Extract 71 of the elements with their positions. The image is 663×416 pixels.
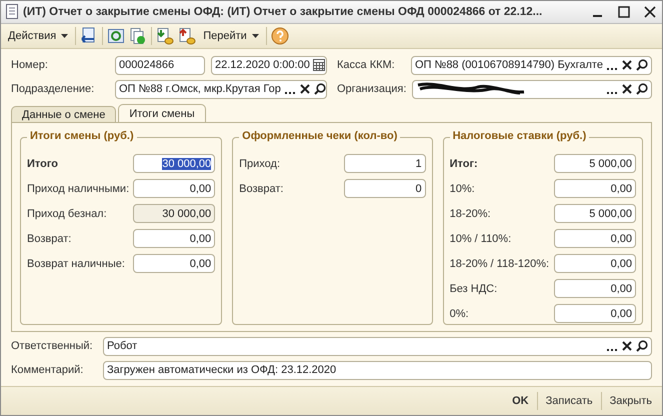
clear-icon[interactable] xyxy=(298,83,311,95)
field-label: Без НДС: xyxy=(450,282,498,294)
number-field[interactable]: 000024866 xyxy=(115,56,205,74)
amount-field[interactable]: 0,00 xyxy=(554,179,636,198)
group-title: Оформленные чеки (кол-во) xyxy=(239,130,400,142)
goto-menu[interactable]: Перейти xyxy=(200,28,262,44)
amount-field[interactable]: 0 xyxy=(344,179,426,198)
search-icon[interactable] xyxy=(636,59,648,71)
document-coins-icon[interactable] xyxy=(156,27,174,45)
field-label: Номер: xyxy=(11,59,49,71)
amount-field[interactable]: 5 000,00 xyxy=(554,154,636,173)
field-label: 18-20%: xyxy=(450,208,491,220)
amount-field[interactable]: 5 000,00 xyxy=(554,204,636,223)
field-label: 18-20% / 118-120%: xyxy=(450,258,550,270)
register-field[interactable]: ОП №88 (00106708914790) Бухгалте xyxy=(411,56,652,74)
calendar-icon[interactable] xyxy=(312,59,325,71)
field-label: Возврат: xyxy=(27,232,72,244)
amount-field[interactable]: 0,00 xyxy=(554,254,636,273)
search-icon[interactable] xyxy=(314,83,326,95)
field-label: 0%: xyxy=(450,308,469,320)
clear-icon[interactable] xyxy=(621,59,633,71)
amount-field[interactable]: 0,00 xyxy=(133,229,216,248)
copy-add-icon[interactable] xyxy=(129,27,148,45)
actions-menu[interactable]: Действия xyxy=(5,28,72,44)
comment-field[interactable]: Загружен автоматически из ОФД: 23.12.2020 xyxy=(103,360,652,380)
search-icon[interactable] xyxy=(636,83,648,95)
organization-field[interactable] xyxy=(412,80,652,98)
date-field[interactable]: 22.12.2020 0:00:00 xyxy=(211,56,327,74)
field-label: 10% / 110%: xyxy=(450,232,512,244)
close-icon[interactable] xyxy=(642,4,658,20)
field-label: 10%: xyxy=(450,182,475,194)
field-label: Приход наличными: xyxy=(27,182,130,194)
field-label: Комментарий: xyxy=(11,364,84,376)
refresh-icon[interactable] xyxy=(107,27,126,45)
window-title: (ИТ) Отчет о закрытие смены ОФД: (ИТ) Отчет о закрытие смены ОФД 000024866 от 22.12... xyxy=(23,6,544,18)
document-icon xyxy=(5,4,19,20)
document-coins-icon[interactable] xyxy=(178,27,196,45)
field-label: Итого xyxy=(27,158,58,170)
clear-icon[interactable] xyxy=(621,340,633,352)
field-label: Подразделение: xyxy=(11,83,96,95)
maximize-icon[interactable] xyxy=(616,4,632,20)
form-button[interactable]: OK xyxy=(508,393,533,409)
amount-field[interactable]: 30 000,00 xyxy=(133,154,216,173)
field-label: Итог: xyxy=(450,158,478,170)
amount-field[interactable]: 0,00 xyxy=(133,179,216,198)
amount-field[interactable]: 0,00 xyxy=(554,304,636,323)
division-field[interactable]: ОП №88 г.Омск, мкр.Крутая Гор xyxy=(115,80,327,98)
field-label: Возврат наличные: xyxy=(27,258,125,270)
amount-field[interactable]: 30 000,00 xyxy=(133,204,216,223)
search-icon[interactable] xyxy=(636,340,648,352)
group-title: Итоги смены (руб.) xyxy=(27,130,137,142)
form-button[interactable]: Записать xyxy=(542,393,597,409)
field-label: Ответственный: xyxy=(11,340,94,352)
caret-icon xyxy=(252,34,259,38)
amount-field[interactable]: 0,00 xyxy=(133,254,216,273)
field-label: Приход: xyxy=(239,158,280,170)
amount-field[interactable]: 1 xyxy=(344,154,426,173)
field-label: Организация: xyxy=(337,83,406,95)
amount-field[interactable]: 0,00 xyxy=(554,229,636,248)
responsible-field[interactable]: Робот xyxy=(103,336,652,356)
group-title: Налоговые ставки (руб.) xyxy=(450,130,590,142)
caret-icon xyxy=(61,34,68,38)
field-label: Приход безнал: xyxy=(27,208,107,220)
field-label: Возврат: xyxy=(239,182,284,194)
field-label: Касса ККМ: xyxy=(337,59,396,71)
tab[interactable]: Данные о смене xyxy=(11,106,116,122)
tab[interactable]: Итоги смены xyxy=(118,104,206,122)
clear-icon[interactable] xyxy=(621,83,633,95)
form-button[interactable]: Закрыть xyxy=(606,393,656,409)
amount-field[interactable]: 0,00 xyxy=(554,279,636,298)
help-icon[interactable] xyxy=(270,27,289,45)
